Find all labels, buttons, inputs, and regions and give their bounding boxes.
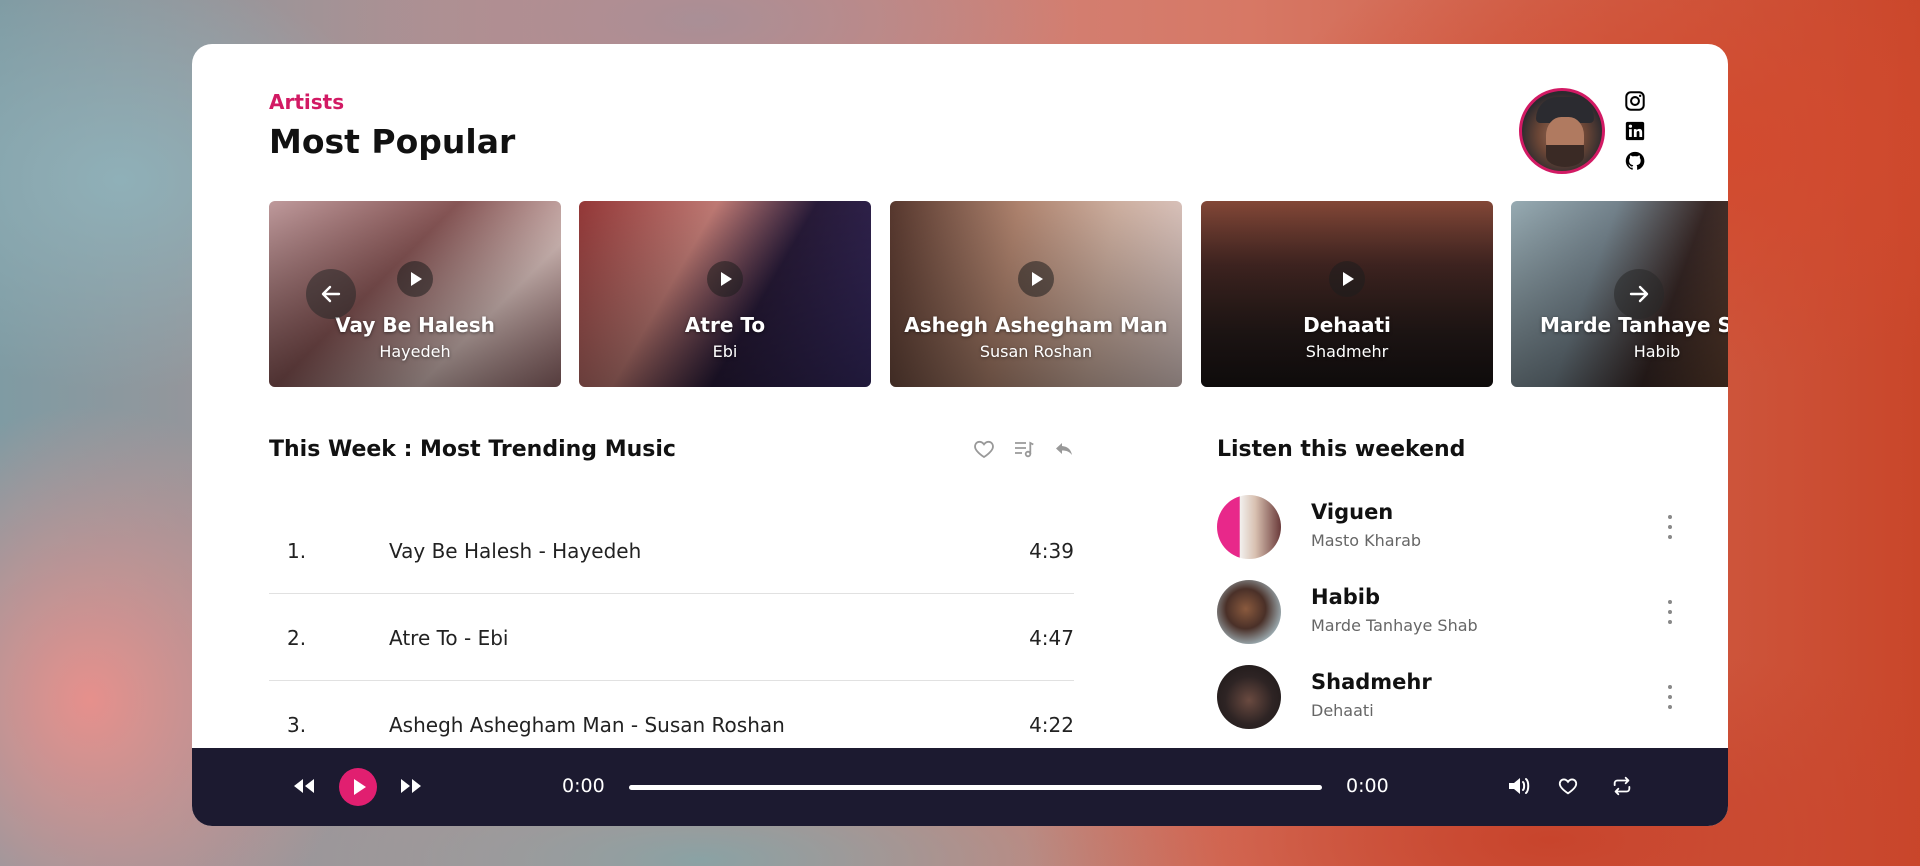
album-title: Atre To [684,313,766,337]
track-duration: 4:39 [1029,539,1074,563]
heart-icon[interactable] [972,437,996,461]
share-icon[interactable] [1052,437,1076,461]
track-number: 3. [287,713,307,737]
cover-image [1217,665,1281,729]
list-item[interactable]: Habib Marde Tanhaye Shab [1217,580,1687,665]
album-card[interactable]: Ashegh Ashegham Man Susan Roshan [890,201,1182,387]
album-card[interactable]: Atre To Ebi [579,201,871,387]
play-icon[interactable] [1018,261,1054,297]
track-duration: 4:47 [1029,626,1074,650]
list-item[interactable]: 2. Atre To - Ebi 4:47 [269,594,1074,681]
rewind-icon [294,779,314,793]
linkedin-icon[interactable] [1624,120,1646,142]
fast-forward-icon [401,779,421,793]
social-links [1624,90,1646,180]
rewind-button[interactable] [290,766,318,806]
heart-icon [1558,778,1578,795]
album-artist: Shadmehr [1305,342,1389,361]
current-time: 0:00 [562,775,605,797]
album-artist: Ebi [712,342,738,361]
list-item[interactable]: 1. Vay Be Halesh - Hayedeh 4:39 [269,507,1074,594]
track-duration: 4:22 [1029,713,1074,737]
fast-forward-button[interactable] [397,766,425,806]
carousel-next-button[interactable] [1614,269,1664,319]
more-options-icon[interactable] [1660,515,1680,539]
more-options-icon[interactable] [1660,685,1680,709]
weekend-list: Viguen Masto Kharab Habib Marde Tanhaye … [1217,495,1687,750]
volume-button[interactable] [1506,766,1534,806]
album-card[interactable]: Dehaati Shadmehr [1201,201,1493,387]
track-number: 2. [287,626,307,650]
album-title: Marde Tanhaye Shab [1539,313,1728,337]
album-title: Dehaati [1303,313,1391,337]
music-app-card: Artists Most Popular Vay Be Halesh Hayed… [192,44,1728,826]
section-eyebrow: Artists [269,90,345,114]
weekend-artist: Shadmehr [1311,670,1432,694]
trending-toolbar [972,437,1076,461]
arrow-left-icon [321,285,341,303]
page-title: Most Popular [269,122,516,161]
album-artist: Susan Roshan [979,342,1093,361]
repeat-icon [1613,776,1631,796]
arrow-right-icon [1629,285,1649,303]
more-options-icon[interactable] [1660,600,1680,624]
weekend-song: Marde Tanhaye Shab [1311,616,1478,635]
volume-icon [1509,778,1530,794]
album-title: Ashegh Ashegham Man [904,313,1168,337]
album-artist: Hayedeh [379,342,451,361]
cover-image [1217,580,1281,644]
list-item[interactable]: Viguen Masto Kharab [1217,495,1687,580]
album-carousel: Vay Be Halesh Hayedeh Atre To Ebi Ashegh… [269,201,1728,387]
play-icon[interactable] [397,261,433,297]
trending-list: 1. Vay Be Halesh - Hayedeh 4:39 2. Atre … [269,507,1074,768]
track-name: Vay Be Halesh - Hayedeh [389,539,642,563]
weekend-artist: Viguen [1311,500,1394,524]
play-button[interactable] [339,768,377,806]
repeat-button[interactable] [1608,766,1636,806]
track-name: Ashegh Ashegham Man - Susan Roshan [389,713,785,737]
trending-title: This Week : Most Trending Music [269,437,676,462]
list-item[interactable]: Shadmehr Dehaati [1217,665,1687,750]
progress-bar[interactable] [629,785,1322,790]
total-time: 0:00 [1346,775,1389,797]
weekend-artist: Habib [1311,585,1381,609]
track-number: 1. [287,539,307,563]
github-icon[interactable] [1624,150,1646,172]
carousel-prev-button[interactable] [306,269,356,319]
like-button[interactable] [1554,766,1582,806]
cover-image [1217,495,1281,559]
track-name: Atre To - Ebi [389,626,509,650]
player-bar: 0:00 0:00 [192,748,1728,826]
playlist-icon[interactable] [1012,437,1036,461]
weekend-song: Masto Kharab [1311,531,1422,550]
play-icon[interactable] [1329,261,1365,297]
weekend-song: Dehaati [1311,701,1374,720]
album-artist: Habib [1633,342,1681,361]
instagram-icon[interactable] [1624,90,1646,112]
avatar[interactable] [1519,88,1605,174]
album-title: Vay Be Halesh [335,313,495,337]
play-icon[interactable] [707,261,743,297]
weekend-title: Listen this weekend [1217,437,1466,462]
